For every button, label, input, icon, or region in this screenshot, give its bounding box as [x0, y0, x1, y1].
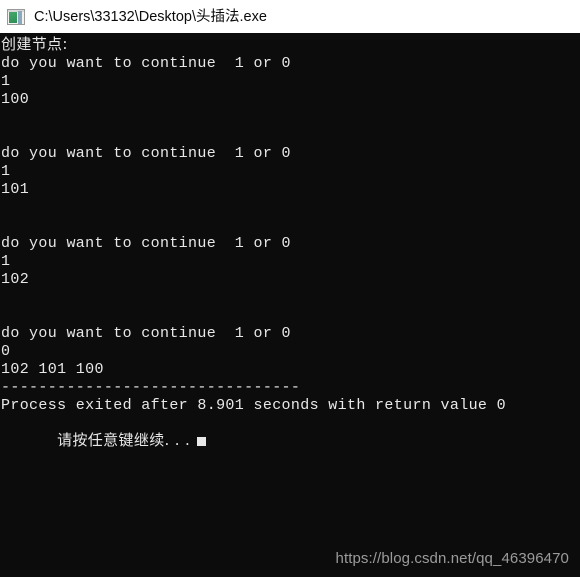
press-any-key-label: 请按任意键继续. . . — [57, 431, 191, 449]
console-line: 1 — [1, 253, 11, 270]
text-cursor — [197, 437, 207, 446]
console-line: -------------------------------- — [1, 379, 301, 396]
console-line: 100 — [1, 91, 30, 108]
console-line: do you want to continue 1 or 0 — [1, 235, 291, 252]
console-window: C:\Users\33132\Desktop\头插法.exe 创建节点: do … — [0, 0, 580, 577]
title-bar: C:\Users\33132\Desktop\头插法.exe — [0, 0, 580, 33]
console-line: 创建节点: — [1, 35, 68, 53]
icon-green-panel — [9, 11, 17, 23]
console-line: do you want to continue 1 or 0 — [1, 145, 291, 162]
console-line: Process exited after 8.901 seconds with … — [1, 397, 506, 414]
console-line: 101 — [1, 181, 30, 198]
console-line: do you want to continue 1 or 0 — [1, 325, 291, 342]
console-line: 1 — [1, 73, 11, 90]
console-line: do you want to continue 1 or 0 — [1, 55, 291, 72]
console-line: 102 101 100 — [1, 361, 104, 378]
console-output-area[interactable]: 创建节点: do you want to continue 1 or 0 1 1… — [0, 33, 580, 577]
press-any-key-line: 请按任意键继续. . . — [1, 413, 207, 469]
watermark-url: https://blog.csdn.net/qq_46396470 — [335, 550, 569, 567]
console-text: 创建节点: do you want to continue 1 or 0 1 1… — [1, 35, 506, 415]
console-line: 102 — [1, 271, 30, 288]
icon-blue-panel — [18, 10, 22, 24]
console-app-icon — [7, 8, 25, 25]
console-line: 1 — [1, 163, 11, 180]
console-line: 0 — [1, 343, 11, 360]
window-title: C:\Users\33132\Desktop\头插法.exe — [34, 8, 267, 25]
